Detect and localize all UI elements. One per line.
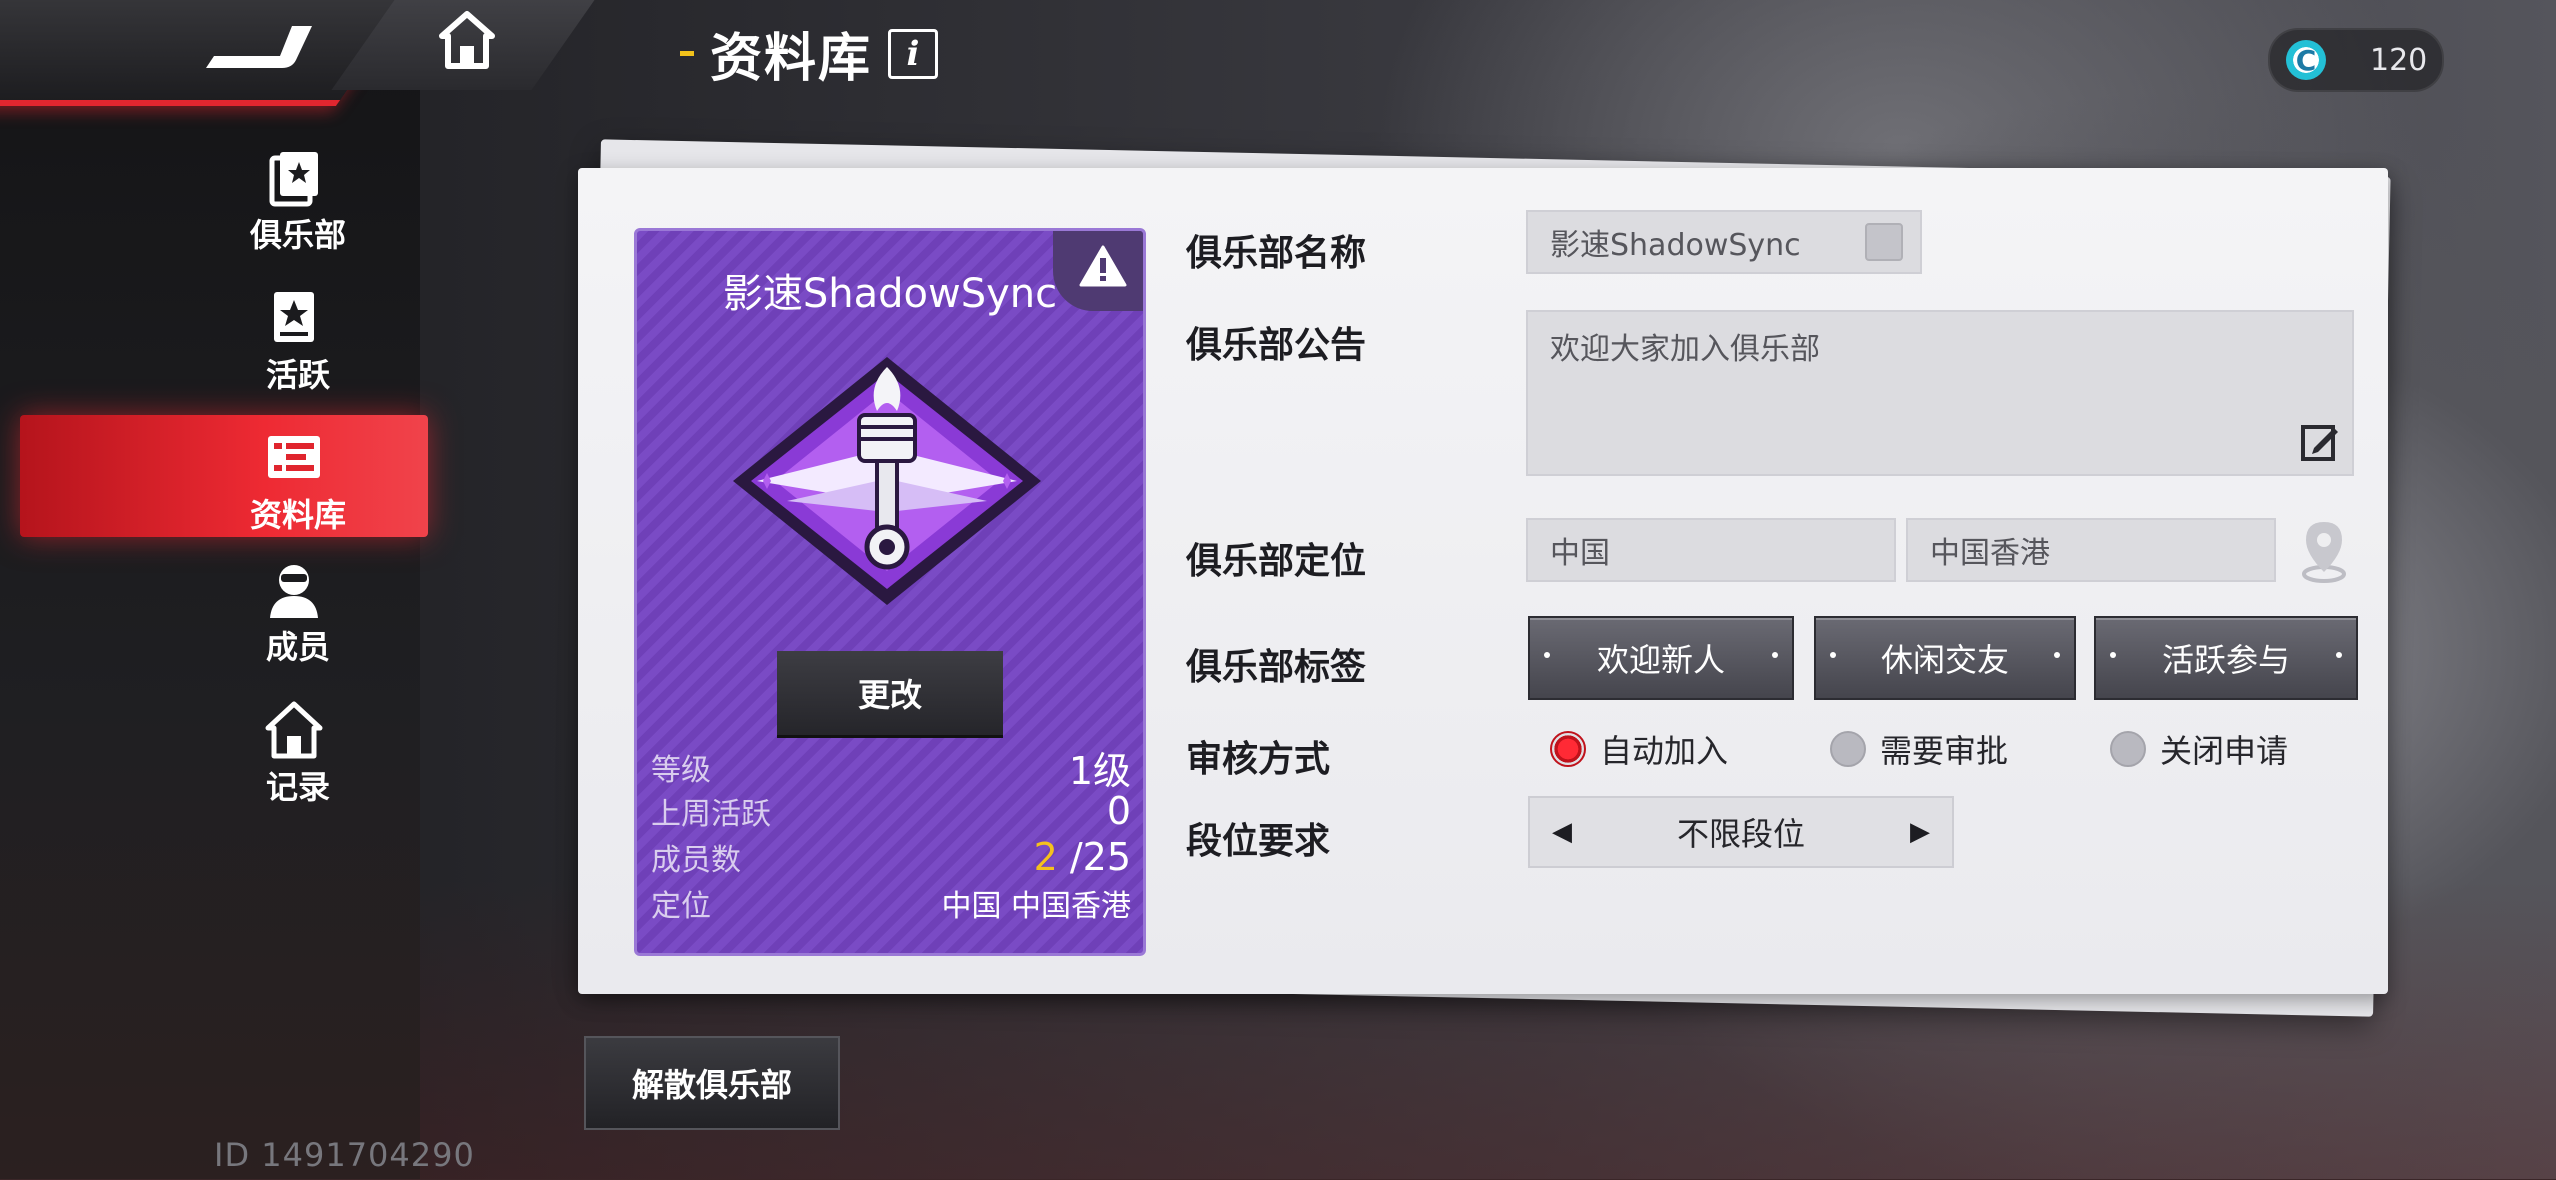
country-value: 中国: [1550, 536, 1610, 571]
sidebar-item-label: 俱乐部: [249, 216, 346, 254]
sidebar-item-label: 资料库: [249, 496, 346, 534]
club-id: ID 1491704290: [214, 1136, 475, 1174]
edit-notice-icon[interactable]: [2300, 422, 2340, 462]
back-arrow-icon[interactable]: [200, 22, 320, 72]
edit-name-icon[interactable]: [1864, 222, 1904, 262]
review-method-label: 审核方式: [1186, 739, 1331, 780]
sidebar-item-club[interactable]: 俱乐部: [0, 148, 420, 278]
member-icon: [270, 565, 318, 618]
club-name-value: 影速ShadowSync: [1550, 228, 1801, 263]
sidebar-item-label: 成员: [265, 628, 330, 666]
location-pin-icon[interactable]: [2298, 518, 2350, 584]
top-bar: [0, 0, 620, 108]
rank-selector: ◀ 不限段位 ▶: [1528, 796, 1954, 868]
next-arrow-icon[interactable]: ▶: [1910, 817, 1930, 847]
star-card-icon: [274, 292, 314, 342]
tag-dot: [1830, 652, 1836, 658]
stat-level: 等级 1级: [651, 745, 1131, 793]
radio-unselected[interactable]: [2110, 731, 2146, 767]
club-emblem: [733, 357, 1041, 605]
home-icon[interactable]: [438, 10, 496, 70]
tag-dot: [1772, 652, 1778, 658]
stat-label: 定位: [651, 889, 711, 924]
club-notice-value: 欢迎大家加入俱乐部: [1550, 332, 1820, 367]
radio-label: 需要审批: [1880, 732, 2009, 770]
page-title-area: 资料库 i: [680, 16, 939, 91]
info-icon[interactable]: i: [888, 28, 939, 79]
review-option-closed[interactable]: 关闭申请: [2110, 726, 2288, 772]
disband-club-button[interactable]: 解散俱乐部: [584, 1036, 840, 1130]
tag-dot: [2054, 652, 2060, 658]
radio-label: 自动加入: [1600, 732, 1729, 770]
country-select[interactable]: 中国: [1526, 518, 1896, 582]
stat-value: 中国 中国香港: [941, 889, 1131, 924]
page-title: 资料库: [710, 29, 873, 89]
club-notice-label: 俱乐部公告: [1186, 325, 1367, 366]
members-current: 2: [1033, 835, 1058, 879]
rank-value: 不限段位: [1676, 815, 1805, 853]
sidebar-item-activity[interactable]: 活跃: [0, 288, 420, 418]
radio-unselected[interactable]: [1830, 731, 1866, 767]
club-tags-label: 俱乐部标签: [1186, 647, 1367, 688]
sidebar-item-label: 记录: [265, 768, 330, 806]
change-emblem-button[interactable]: 更改: [777, 651, 1003, 738]
sidebar-item-members[interactable]: 成员: [0, 560, 420, 690]
tag-dot: [2110, 652, 2116, 658]
coin-icon: C: [2286, 40, 2326, 80]
tag-label: 欢迎新人: [1596, 641, 1725, 679]
region-select[interactable]: 中国香港: [1906, 518, 2276, 582]
stat-location: 定位 中国 中国香港: [651, 881, 1131, 925]
tag-button[interactable]: 休闲交友: [1814, 616, 2076, 700]
currency-value: 120: [2370, 42, 2428, 78]
club-name: 影速ShadowSync: [722, 271, 1058, 317]
review-option-approval[interactable]: 需要审批: [1830, 726, 2008, 772]
club-card-icon: [269, 152, 318, 207]
club-location-label: 俱乐部定位: [1186, 541, 1367, 582]
stat-members: 成员数 2 /25: [651, 835, 1131, 879]
list-icon: [268, 436, 320, 478]
club-name-field[interactable]: 影速ShadowSync: [1526, 210, 1922, 274]
radio-selected[interactable]: [1550, 731, 1586, 767]
sidebar-item-label: 活跃: [265, 356, 330, 394]
tag-dot: [1544, 652, 1550, 658]
radio-label: 关闭申请: [2160, 732, 2289, 770]
home-record-icon: [265, 701, 323, 759]
title-accent: [680, 51, 694, 56]
tag-button[interactable]: 活跃参与: [2094, 616, 2358, 700]
stat-value: 2 /25: [1034, 835, 1131, 879]
club-name-label: 俱乐部名称: [1186, 233, 1367, 274]
tag-label: 休闲交友: [1880, 641, 2009, 679]
review-option-auto[interactable]: 自动加入: [1550, 726, 1728, 772]
stat-value: 1级: [1068, 748, 1131, 793]
tag-dot: [2336, 652, 2342, 658]
club-card: 影速ShadowSync 更改 等级 1级 上周活跃 0 成员数 2 /25 定…: [634, 228, 1146, 956]
region-value: 中国香港: [1930, 536, 2050, 571]
stat-label: 成员数: [651, 843, 741, 878]
stat-label: 上周活跃: [651, 797, 771, 832]
sidebar-item-library[interactable]: 资料库: [0, 428, 420, 558]
rank-requirement-label: 段位要求: [1186, 821, 1331, 862]
tag-label: 活跃参与: [2161, 641, 2290, 679]
currency-display: C 120: [2268, 28, 2444, 92]
members-max: /25: [1069, 835, 1131, 879]
stat-weekly-activity: 上周活跃 0: [651, 789, 1131, 833]
stat-value: 0: [1106, 789, 1131, 833]
club-notice-field[interactable]: 欢迎大家加入俱乐部: [1526, 310, 2354, 476]
stat-label: 等级: [651, 753, 711, 788]
tag-button[interactable]: 欢迎新人: [1528, 616, 1794, 700]
sidebar-item-records[interactable]: 记录: [0, 700, 420, 830]
prev-arrow-icon[interactable]: ◀: [1552, 817, 1572, 847]
